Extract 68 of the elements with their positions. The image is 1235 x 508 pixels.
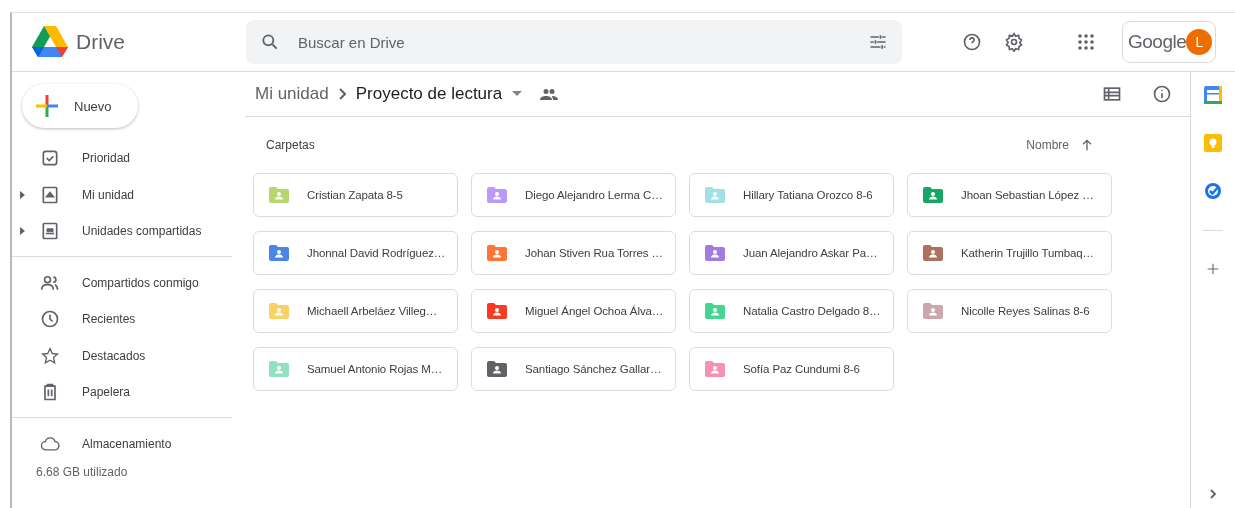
people-icon [540, 88, 559, 100]
list-view-icon[interactable] [1102, 84, 1122, 104]
drive-icon [40, 184, 60, 205]
sidebar-item[interactable]: Almacenamiento [82, 436, 172, 451]
folder-card[interactable]: Diego Alejandro Lerma C… [471, 173, 676, 217]
folder-name: Michaell Arbeláez Villeg… [307, 305, 438, 317]
app-title: Drive [76, 30, 125, 54]
folder-card[interactable]: Katherin Trujillo Tumbaq… [907, 231, 1112, 275]
account-button[interactable]: Google L [1122, 21, 1216, 63]
folder-name: Diego Alejandro Lerma C… [525, 189, 663, 201]
dropdown-caret-icon[interactable] [512, 91, 523, 97]
current-folder[interactable]: Proyecto de lectura [355, 84, 503, 104]
clock-icon [40, 309, 60, 330]
folder-name: Samuel Antonio Rojas M… [307, 363, 443, 375]
calendar-icon[interactable] [1204, 86, 1222, 104]
folder-name: Hillary Tatiana Orozco 8-6 [743, 189, 873, 201]
star-icon [40, 345, 60, 366]
sidebar-item[interactable]: Papelera [82, 385, 131, 400]
folder-name: Miguel Ángel Ochoa Álva… [525, 305, 664, 317]
folder-card[interactable]: Jhonnal David Rodríguez… [253, 231, 458, 275]
folder-name: Sofía Paz Cundumi 8-6 [743, 363, 860, 375]
sidebar-item[interactable]: Unidades compartidas [82, 224, 202, 239]
folder-card[interactable]: Cristian Zapata 8-5 [253, 173, 458, 217]
folder-card[interactable]: Santiago Sánchez Gallar… [471, 347, 676, 391]
folder-card[interactable]: Johan Stiven Rua Torres … [471, 231, 676, 275]
folder-name: Katherin Trujillo Tumbaq… [961, 247, 1094, 259]
new-button[interactable]: Nuevo [22, 84, 138, 128]
checkbox-icon [40, 148, 60, 169]
folder-name: Cristian Zapata 8-5 [307, 189, 403, 201]
drive-logo-icon [32, 26, 68, 58]
folder-card[interactable]: Michaell Arbeláez Villeg… [253, 289, 458, 333]
section-title: Carpetas [266, 138, 315, 152]
search-field[interactable]: Buscar en Drive [296, 32, 852, 52]
folder-card[interactable]: Natalia Castro Delgado 8… [689, 289, 894, 333]
checkmark-circle-icon[interactable] [1204, 182, 1222, 200]
sidebar-item[interactable]: Compartidos conmigo [82, 275, 199, 290]
folder-name: Jhonnal David Rodríguez… [307, 247, 446, 259]
sidebar-item[interactable]: Mi unidad [82, 187, 135, 202]
folder-card[interactable]: Miguel Ángel Ochoa Álva… [471, 289, 676, 333]
folder-name: Johan Stiven Rua Torres … [525, 247, 663, 259]
shared-drive-icon [40, 221, 60, 242]
folder-name: Santiago Sánchez Gallar… [525, 363, 662, 375]
folder-card[interactable]: Nicolle Reyes Salinas 8-6 [907, 289, 1112, 333]
sidebar-item[interactable]: Recientes [82, 312, 136, 327]
folder-name: Nicolle Reyes Salinas 8-6 [961, 305, 1090, 317]
caret-icon[interactable] [20, 190, 26, 199]
folder-name: Jhoan Sebastian López … [961, 189, 1094, 201]
storage-usage: 6.68 GB utilizado [36, 465, 128, 479]
sidebar-item[interactable]: Prioridad [82, 151, 131, 166]
sidebar-item[interactable]: Destacados [82, 348, 146, 363]
folder-card[interactable]: Juan Alejandro Askar Pa… [689, 231, 894, 275]
plus-icon [36, 95, 58, 117]
folder-card[interactable]: Jhoan Sebastian López … [907, 173, 1112, 217]
chevron-right-icon [338, 88, 346, 100]
folder-card[interactable]: Sofía Paz Cundumi 8-6 [689, 347, 894, 391]
folder-name: Natalia Castro Delgado 8… [743, 305, 881, 317]
folder-card[interactable]: Hillary Tatiana Orozco 8-6 [689, 173, 894, 217]
breadcrumb-link[interactable]: Mi unidad [255, 84, 329, 104]
caret-icon[interactable] [20, 227, 26, 236]
filter-options-icon[interactable] [868, 32, 888, 52]
folder-name: Juan Alejandro Askar Pa… [743, 247, 878, 259]
sort-button[interactable]: Nombre [1026, 138, 1069, 152]
info-icon[interactable] [1152, 84, 1172, 104]
search-bar[interactable]: Buscar en Drive [246, 20, 902, 64]
search-icon [260, 32, 280, 52]
folder-card[interactable]: Samuel Antonio Rojas M… [253, 347, 458, 391]
brand-wordmark: Google [1128, 31, 1187, 53]
chevron-right-icon[interactable] [1210, 489, 1216, 499]
